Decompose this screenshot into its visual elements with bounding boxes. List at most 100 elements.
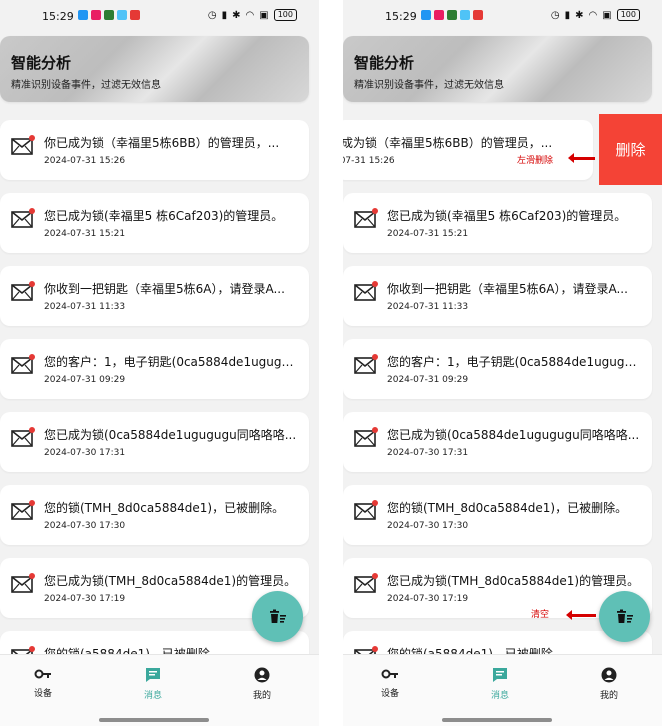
message-title: 你收到一把钥匙（幸福里5栋6A），请登录A... [387, 282, 628, 296]
user-icon [601, 667, 617, 683]
mail-icon [11, 135, 35, 155]
nav-device[interactable]: 设备 [360, 667, 420, 699]
unread-dot [29, 354, 35, 360]
message-date: 2024-07-30 17:31 [387, 448, 469, 458]
app-notification-icon [473, 10, 483, 20]
wifi-icon: ◠ [588, 9, 598, 21]
mail-icon [11, 427, 35, 447]
nav-message[interactable]: 消息 [123, 667, 183, 701]
unread-dot [29, 135, 35, 141]
system-icons: ◷ ▮ ✱ ◠ ▣ 100 [208, 9, 297, 21]
nav-device[interactable]: 设备 [13, 667, 73, 699]
message-item-swiped[interactable]: 已成为锁（幸福里5栋6BB）的管理员，... 24-07-31 15:26 [343, 120, 593, 180]
message-date: 2024-07-31 15:21 [387, 229, 469, 239]
message-title: 您已成为锁(0ca5884de1ugugugu同咯咯咯... [387, 428, 640, 442]
message-item[interactable]: 你已成为锁（幸福里5栋6BB）的管理员，... 2024-07-31 15:26 [0, 120, 309, 180]
status-bar: 15:29 ◷ ▮ ✱ ◠ ▣ 100 [0, 0, 319, 34]
message-title: 您已成为锁(幸福里5 栋6Caf203)的管理员。 [44, 209, 284, 223]
key-icon [34, 669, 51, 679]
message-title: 您的锁(TMH_8d0ca5884de1)，已被删除。 [387, 501, 628, 515]
unread-dot [29, 500, 35, 506]
message-date: 2024-07-30 17:31 [44, 448, 126, 458]
message-date: 2024-07-30 17:19 [387, 594, 469, 604]
message-item[interactable]: 您已成为锁(0ca5884de1ugugugu同咯咯咯... 2024-07-3… [343, 412, 652, 472]
message-title: 您的客户：1，电子钥匙(0ca5884de1ugugu... [44, 355, 299, 369]
mail-icon [11, 500, 35, 520]
banner-title: 智能分析 [354, 54, 415, 72]
battery-icon: 100 [616, 9, 640, 21]
swipe-delete-hint: 左滑删除 [517, 156, 554, 166]
banner-subtitle: 精准识别设备事件，过滤无效信息 [11, 80, 161, 91]
app-notification-icon [460, 10, 470, 20]
home-indicator[interactable] [442, 718, 552, 722]
unread-dot [372, 354, 378, 360]
message-date: 2024-07-30 17:19 [44, 594, 126, 604]
message-title: 您已成为锁(幸福里5 栋6Caf203)的管理员。 [387, 209, 627, 223]
message-date: 2024-07-31 11:33 [387, 302, 469, 312]
sim-icon: ▣ [602, 9, 612, 21]
battery-icon: 100 [273, 9, 297, 21]
message-item[interactable]: 您已成为锁(幸福里5 栋6Caf203)的管理员。 2024-07-31 15:… [343, 193, 652, 253]
message-icon [146, 668, 160, 682]
screens: 15:29 ◷ ▮ ✱ ◠ ▣ 100 智能分析 精准识别设备事件，过滤无效信息 [0, 0, 662, 726]
message-item[interactable]: 您的客户：1，电子钥匙(0ca5884de1ugugu... 2024-07-3… [0, 339, 309, 399]
message-title: 您已成为锁(0ca5884de1ugugugu同咯咯咯... [44, 428, 297, 442]
unread-dot [372, 646, 378, 652]
smart-analysis-banner[interactable]: 智能分析 精准识别设备事件，过滤无效信息 [0, 36, 309, 102]
mail-icon [11, 281, 35, 301]
clear-all-button[interactable] [599, 591, 650, 642]
message-item[interactable]: 您已成为锁(0ca5884de1ugugugu同咯咯咯... 2024-07-3… [0, 412, 309, 472]
notification-icons [421, 10, 483, 20]
wifi-icon: ◠ [245, 9, 255, 21]
message-date: 2024-07-30 17:30 [387, 521, 469, 531]
status-time: 15:29 [42, 10, 74, 23]
mail-icon [354, 208, 378, 228]
nav-mine[interactable]: 我的 [579, 667, 639, 701]
screen-normal: 15:29 ◷ ▮ ✱ ◠ ▣ 100 智能分析 精准识别设备事件，过滤无效信息 [0, 0, 319, 726]
message-date: 24-07-31 15:26 [343, 156, 395, 166]
unread-dot [29, 281, 35, 287]
bluetooth-icon: ✱ [232, 9, 241, 21]
key-icon [381, 669, 398, 679]
alarm-icon: ◷ [550, 9, 560, 21]
message-title: 您的锁(TMH_8d0ca5884de1)，已被删除。 [44, 501, 285, 515]
unread-dot [372, 427, 378, 433]
message-item[interactable]: 您的客户：1，电子钥匙(0ca5884de1ugugu... 2024-07-3… [343, 339, 652, 399]
nav-device-label: 设备 [380, 689, 399, 699]
status-bar: 15:29 ◷ ▮ ✱ ◠ ▣ 100 [343, 0, 662, 34]
delete-button[interactable]: 删除 [599, 114, 662, 185]
unread-dot [372, 208, 378, 214]
home-indicator[interactable] [99, 718, 209, 722]
message-item[interactable]: 你收到一把钥匙（幸福里5栋6A），请登录A... 2024-07-31 11:3… [0, 266, 309, 326]
message-title: 您已成为锁(TMH_8d0ca5884de1)的管理员。 [44, 574, 297, 588]
app-notification-icon [130, 10, 140, 20]
clear-all-button[interactable] [252, 591, 303, 642]
message-date: 2024-07-31 15:21 [44, 229, 126, 239]
message-item[interactable]: 你收到一把钥匙（幸福里5栋6A），请登录A... 2024-07-31 11:3… [343, 266, 652, 326]
message-date: 2024-07-31 09:29 [387, 375, 469, 385]
nav-message[interactable]: 消息 [470, 667, 530, 701]
sim-icon: ▣ [259, 9, 269, 21]
unread-dot [29, 646, 35, 652]
message-date: 2024-07-31 15:26 [44, 156, 126, 166]
smart-analysis-banner[interactable]: 智能分析 精准识别设备事件，过滤无效信息 [343, 36, 652, 102]
nav-mine-label: 我的 [599, 691, 618, 701]
nav-mine-label: 我的 [252, 691, 271, 701]
message-item[interactable]: 您的锁(TMH_8d0ca5884de1)，已被删除。 2024-07-30 1… [343, 485, 652, 545]
mail-icon [11, 208, 35, 228]
bluetooth-icon: ✱ [575, 9, 584, 21]
mail-icon [354, 281, 378, 301]
nav-mine[interactable]: 我的 [232, 667, 292, 701]
message-item[interactable]: 您已成为锁(幸福里5 栋6Caf203)的管理员。 2024-07-31 15:… [0, 193, 309, 253]
mail-icon [354, 573, 378, 593]
app-notification-icon [78, 10, 88, 20]
mail-icon [354, 354, 378, 374]
trash-icon [616, 609, 633, 623]
screen-swipe-demo: 15:29 ◷ ▮ ✱ ◠ ▣ 100 智能分析 精准识别设备事件，过滤无效信息 [343, 0, 662, 726]
message-date: 2024-07-30 17:30 [44, 521, 126, 531]
app-notification-icon [447, 10, 457, 20]
nav-message-label: 消息 [143, 691, 162, 701]
message-item[interactable]: 您的锁(TMH_8d0ca5884de1)，已被删除。 2024-07-30 1… [0, 485, 309, 545]
message-title: 你已成为锁（幸福里5栋6BB）的管理员，... [44, 136, 280, 150]
vibrate-icon: ▮ [564, 9, 571, 21]
